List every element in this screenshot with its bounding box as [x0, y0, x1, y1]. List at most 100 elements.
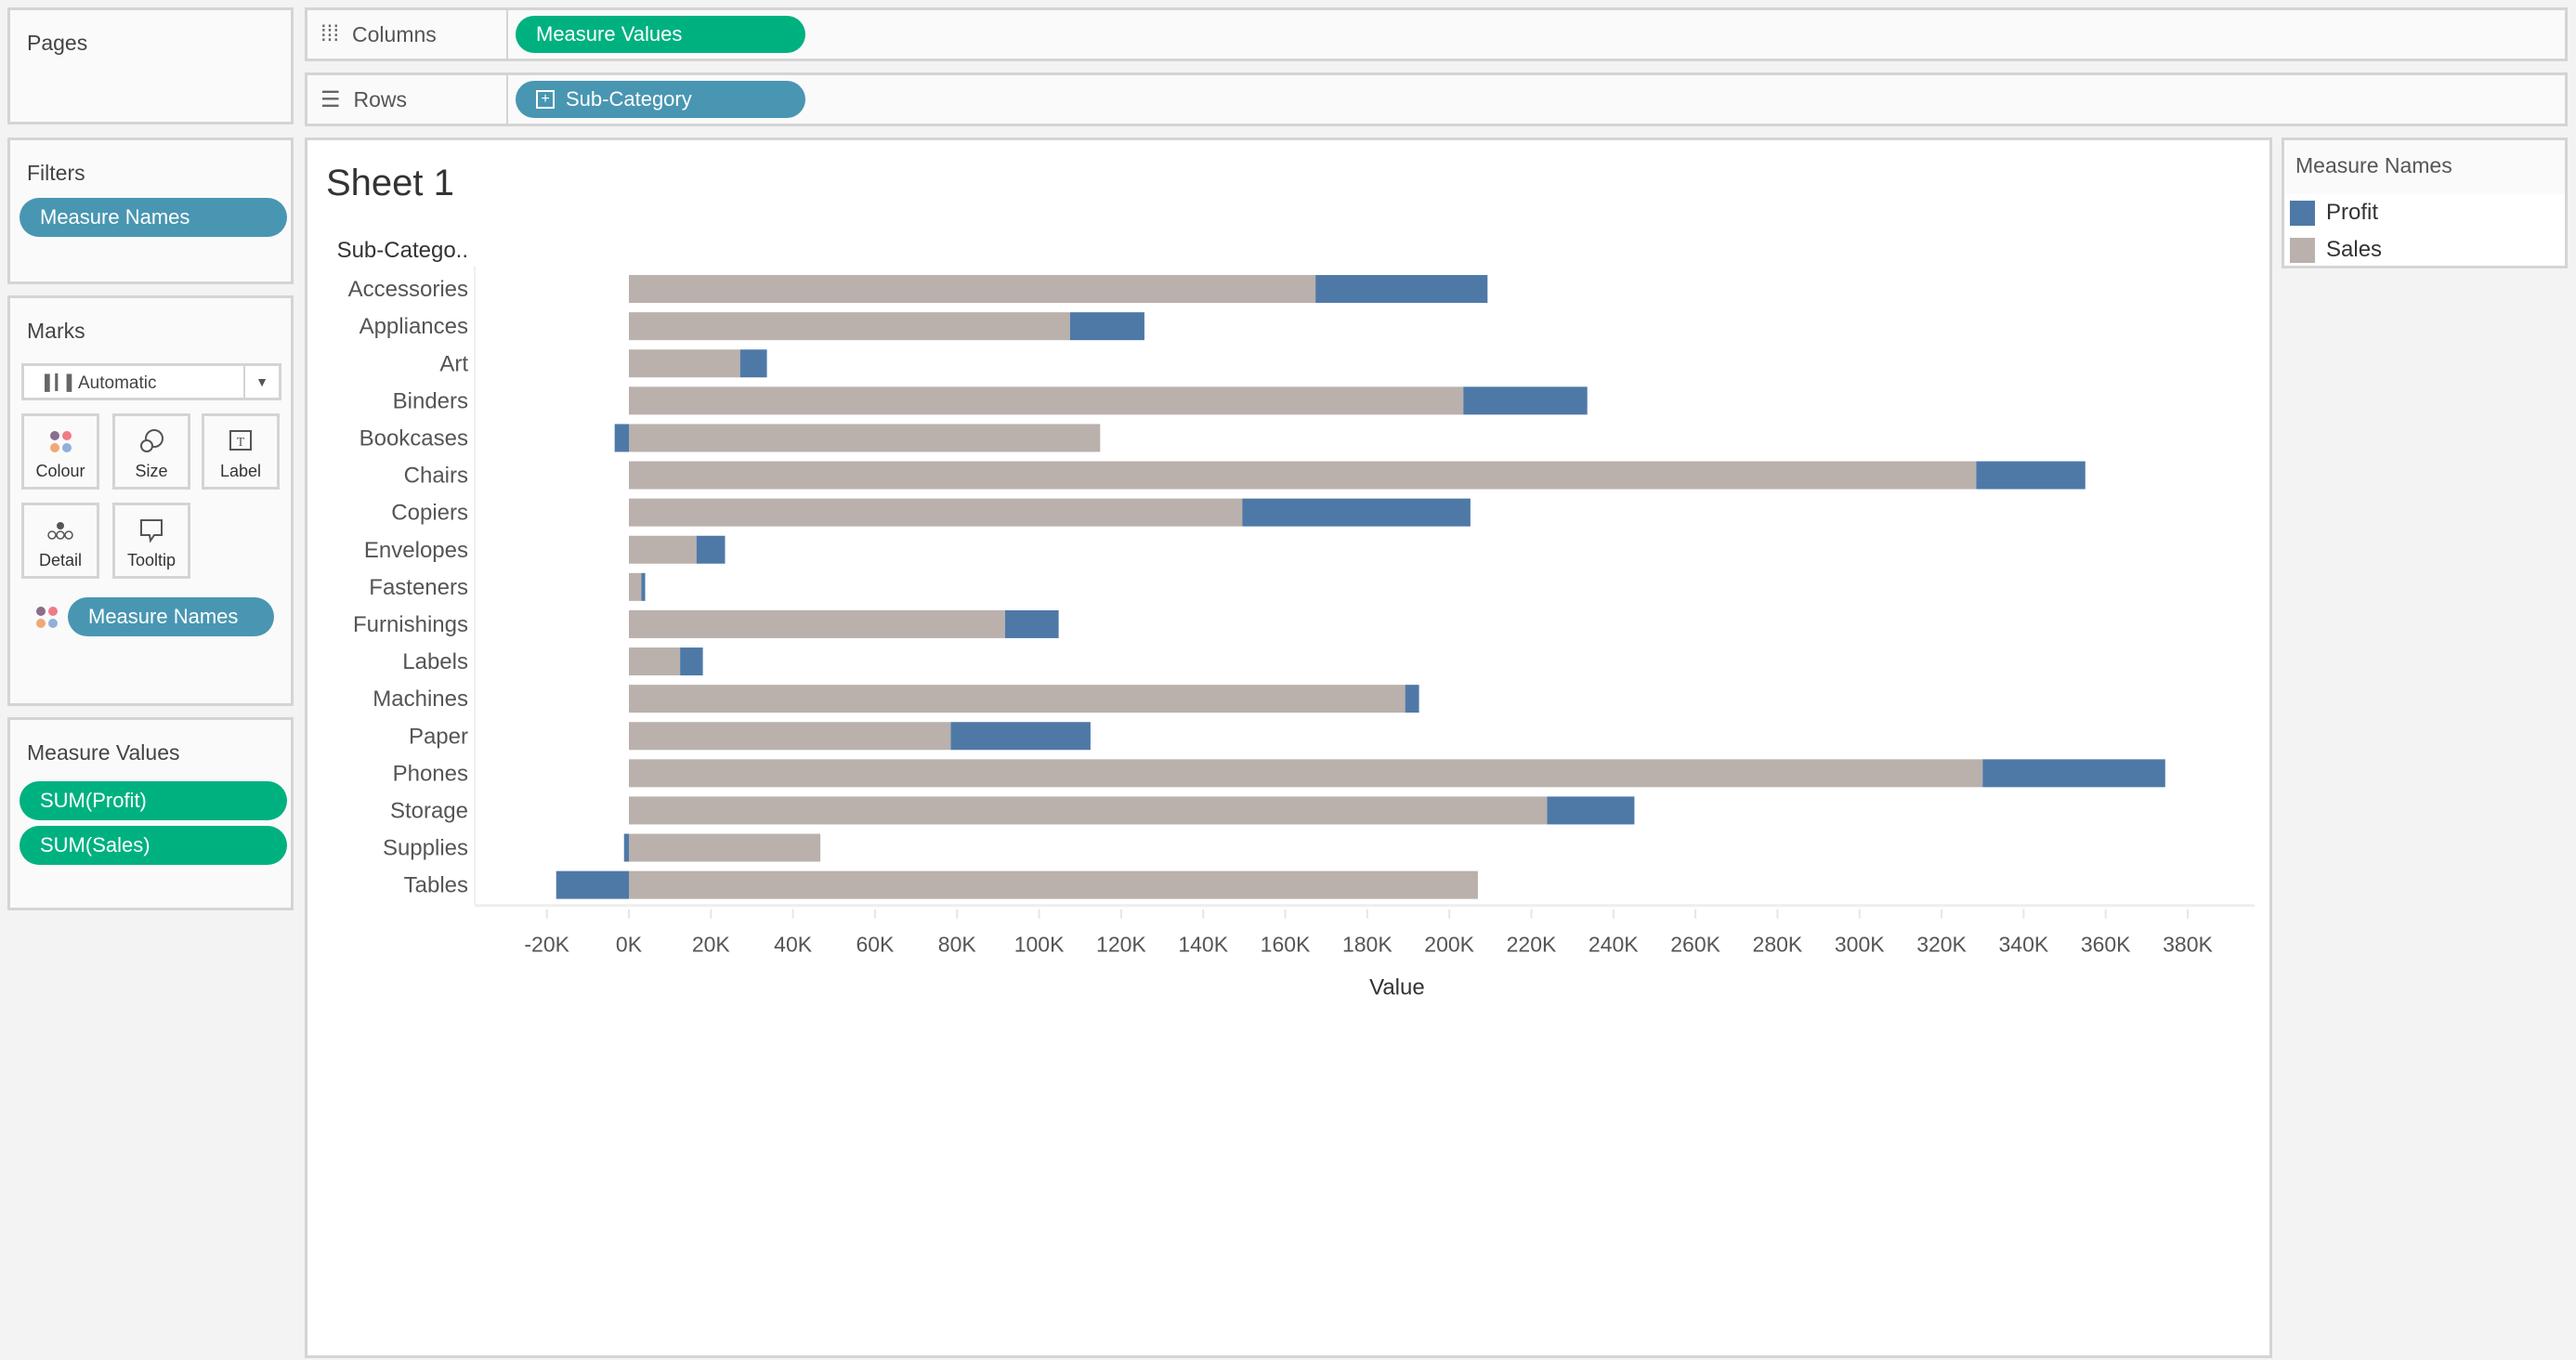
x-tick-label: 300K: [1835, 933, 1885, 957]
bar-profit[interactable]: [614, 424, 629, 452]
bar-profit[interactable]: [950, 722, 1091, 751]
detail-button[interactable]: Detail: [21, 503, 99, 579]
sum-sales-pill[interactable]: SUM(Sales): [20, 826, 287, 865]
bar-profit[interactable]: [1976, 461, 2086, 490]
bar-sales[interactable]: [629, 609, 1005, 638]
label-label: Label: [219, 462, 262, 480]
bar-chart-icon: ▌▎▌: [45, 375, 77, 391]
expand-icon[interactable]: +: [536, 90, 555, 109]
legend-label-profit: Profit: [2326, 200, 2379, 225]
bar-sales[interactable]: [629, 796, 1548, 825]
bar-sales[interactable]: [629, 461, 1977, 490]
bar-sales[interactable]: [629, 424, 1101, 452]
rows-label: ☰ Rows: [307, 75, 508, 124]
row-label[interactable]: Chairs: [404, 464, 468, 489]
bar-sales[interactable]: [629, 535, 697, 564]
row-label[interactable]: Copiers: [391, 501, 468, 526]
x-tick-label: 40K: [774, 933, 813, 957]
pages-title: Pages: [27, 31, 88, 55]
filter-measure-names-pill[interactable]: Measure Names: [20, 198, 287, 237]
x-tick-label: 240K: [1589, 933, 1639, 957]
bar-profit[interactable]: [680, 647, 703, 676]
row-label[interactable]: Appliances: [360, 314, 468, 339]
bar-sales[interactable]: [629, 312, 1070, 341]
tooltip-button[interactable]: Tooltip: [112, 503, 190, 579]
detail-icon: [24, 517, 97, 544]
bar-profit[interactable]: [641, 572, 646, 601]
columns-shelf[interactable]: ⁞⁞⁞ Columns Measure Values: [305, 7, 2568, 61]
bar-profit[interactable]: [556, 870, 629, 899]
colour-label: Colour: [35, 462, 85, 480]
row-label[interactable]: Furnishings: [353, 612, 468, 637]
bar-profit[interactable]: [1315, 275, 1488, 304]
mark-type-dropdown[interactable]: ▌▎▌ Automatic ▼: [21, 363, 281, 400]
rows-label-text: Rows: [353, 86, 408, 111]
bar-sales[interactable]: [629, 759, 1983, 788]
legend-item-profit[interactable]: Profit: [2284, 194, 2565, 231]
x-tick-label: 120K: [1096, 933, 1146, 957]
row-label[interactable]: Fasteners: [369, 575, 468, 600]
x-tick-label: 100K: [1014, 933, 1065, 957]
row-label[interactable]: Bookcases: [360, 425, 468, 451]
colour-legend: Measure Names Profit Sales: [2282, 137, 2568, 268]
row-label[interactable]: Envelopes: [364, 538, 468, 563]
row-label[interactable]: Supplies: [383, 836, 468, 861]
bar-profit[interactable]: [1069, 312, 1144, 341]
bar-sales[interactable]: [629, 833, 821, 862]
sub-category-pill[interactable]: + Sub-Category: [516, 81, 805, 118]
label-button[interactable]: T Label: [202, 413, 280, 490]
row-label[interactable]: Accessories: [348, 277, 468, 302]
x-tick-label: 220K: [1507, 933, 1557, 957]
rows-shelf[interactable]: ☰ Rows + Sub-Category: [305, 72, 2568, 126]
bar-profit[interactable]: [1004, 609, 1059, 638]
row-label[interactable]: Phones: [393, 761, 468, 786]
bar-profit[interactable]: [1242, 498, 1471, 527]
measure-values-card: Measure Values SUM(Profit) SUM(Sales): [7, 717, 294, 910]
x-tick-label: 20K: [692, 933, 731, 957]
bar-sales[interactable]: [629, 722, 951, 751]
row-header[interactable]: Sub-Catego..: [337, 238, 468, 263]
x-tick-label: 320K: [1916, 933, 1967, 957]
svg-text:T: T: [237, 436, 245, 450]
filters-title: Filters: [27, 161, 85, 185]
x-tick-label: 200K: [1424, 933, 1474, 957]
sum-profit-pill[interactable]: SUM(Profit): [20, 781, 287, 820]
row-label[interactable]: Machines: [373, 687, 468, 712]
legend-item-sales[interactable]: Sales: [2284, 231, 2565, 268]
x-tick-label: 340K: [1999, 933, 2049, 957]
colour-icon: [49, 430, 72, 452]
bar-sales[interactable]: [629, 572, 642, 601]
colour-button[interactable]: Colour: [21, 413, 99, 490]
row-label[interactable]: Labels: [402, 649, 468, 674]
bar-sales[interactable]: [629, 647, 681, 676]
bar-sales[interactable]: [629, 386, 1464, 415]
bar-profit[interactable]: [1405, 685, 1419, 713]
columns-label: ⁞⁞⁞ Columns: [307, 10, 508, 59]
bar-sales[interactable]: [629, 275, 1316, 304]
measure-values-pill[interactable]: Measure Values: [516, 16, 805, 53]
row-label[interactable]: Art: [439, 351, 468, 376]
size-icon: [115, 427, 188, 455]
colour-measure-names-pill[interactable]: Measure Names: [68, 597, 274, 636]
bar-chart: Sub-Catego.. Accessories Appliances Art Bin…: [337, 238, 2255, 1000]
chevron-down-icon[interactable]: ▼: [243, 366, 279, 398]
size-button[interactable]: Size: [112, 413, 190, 490]
row-label[interactable]: Binders: [393, 388, 468, 413]
bar-profit[interactable]: [623, 833, 629, 862]
x-axis-title: Value: [1369, 975, 1425, 1000]
bar-sales[interactable]: [629, 498, 1243, 527]
size-label: Size: [135, 462, 168, 480]
row-label[interactable]: Paper: [409, 724, 468, 749]
row-label[interactable]: Tables: [404, 873, 468, 898]
label-icon: T: [204, 427, 277, 455]
bar-profit[interactable]: [1547, 796, 1635, 825]
bar-sales[interactable]: [629, 870, 1478, 899]
bar-sales[interactable]: [629, 349, 740, 378]
bar-profit[interactable]: [739, 349, 767, 378]
x-tick-label: 0K: [616, 933, 643, 957]
row-label[interactable]: Storage: [390, 798, 468, 823]
bar-profit[interactable]: [1982, 759, 2165, 788]
bar-profit[interactable]: [1463, 386, 1588, 415]
bar-profit[interactable]: [696, 535, 726, 564]
bar-sales[interactable]: [629, 685, 1406, 713]
